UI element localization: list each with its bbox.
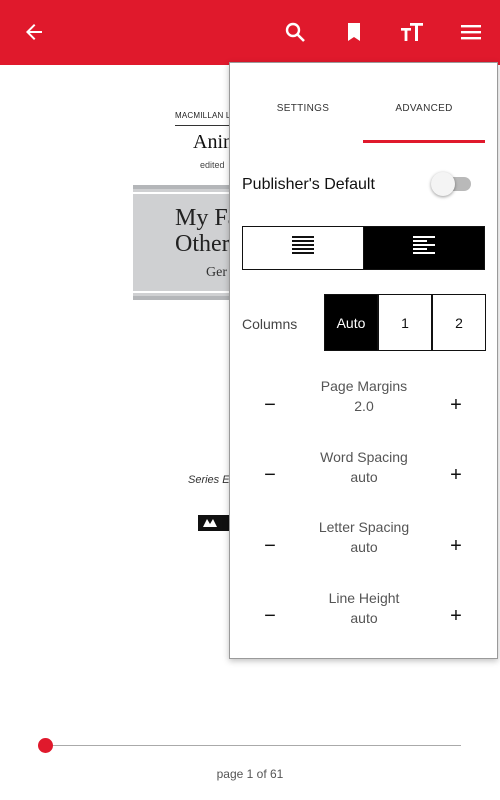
text-size-icon[interactable] [394,14,430,50]
series-header: MACMILLAN L [175,111,231,120]
cover-rule [133,192,243,194]
page-slider-track[interactable] [46,745,461,746]
book-title: Anin [193,131,233,153]
columns-label: Columns [242,316,298,332]
word-spacing-label: Word Spacing [320,449,408,465]
page-margins-label: Page Margins [320,378,408,394]
letter-spacing-decrease-button[interactable]: − [258,534,282,558]
menu-icon[interactable] [453,14,489,50]
letter-spacing-value: auto [350,539,378,555]
word-spacing-value: auto [350,469,378,485]
publisher-logo [198,515,232,531]
left-align-button[interactable] [363,226,485,270]
justify-align-button[interactable] [242,226,364,270]
settings-panel: SETTINGS ADVANCED Publisher's Default Co… [229,62,498,659]
cover-line-3: Ger [206,265,227,280]
publishers-default-label: Publisher's Default [242,176,375,193]
letter-spacing-label: Letter Spacing [318,519,410,535]
reader-toolbar [0,0,500,65]
columns-one-button[interactable]: 1 [378,294,432,351]
cover-rule [133,291,243,293]
active-tab-indicator [363,140,485,143]
page-margins-value: 2.0 [354,398,374,414]
page-indicator: page 1 of 61 [216,767,284,781]
word-spacing-decrease-button[interactable]: − [258,463,282,487]
back-arrow-icon[interactable] [16,14,52,50]
columns-auto-button[interactable]: Auto [324,294,378,351]
line-height-label: Line Height [328,590,400,606]
letter-spacing-increase-button[interactable]: + [444,534,468,558]
cover-title-box: My Fa Other Ger [133,185,243,300]
line-height-increase-button[interactable]: + [444,604,468,628]
page-margins-decrease-button[interactable]: − [258,393,282,417]
left-align-icon [412,235,436,262]
series-editor: Series E [188,474,230,486]
cover-line-2: Other [175,231,230,257]
search-icon[interactable] [277,14,313,50]
line-height-decrease-button[interactable]: − [258,604,282,628]
tab-advanced[interactable]: ADVANCED [363,103,485,114]
edited-by: edited [200,160,225,170]
toggle-knob[interactable] [431,172,455,196]
header-rule [175,125,235,126]
page-margins-increase-button[interactable]: + [444,393,468,417]
page-slider-thumb[interactable] [38,738,53,753]
columns-two-button[interactable]: 2 [432,294,486,351]
justify-align-icon [291,235,315,262]
bookmark-icon[interactable] [336,14,372,50]
tab-settings[interactable]: SETTINGS [242,103,364,114]
line-height-value: auto [350,610,378,626]
word-spacing-increase-button[interactable]: + [444,463,468,487]
